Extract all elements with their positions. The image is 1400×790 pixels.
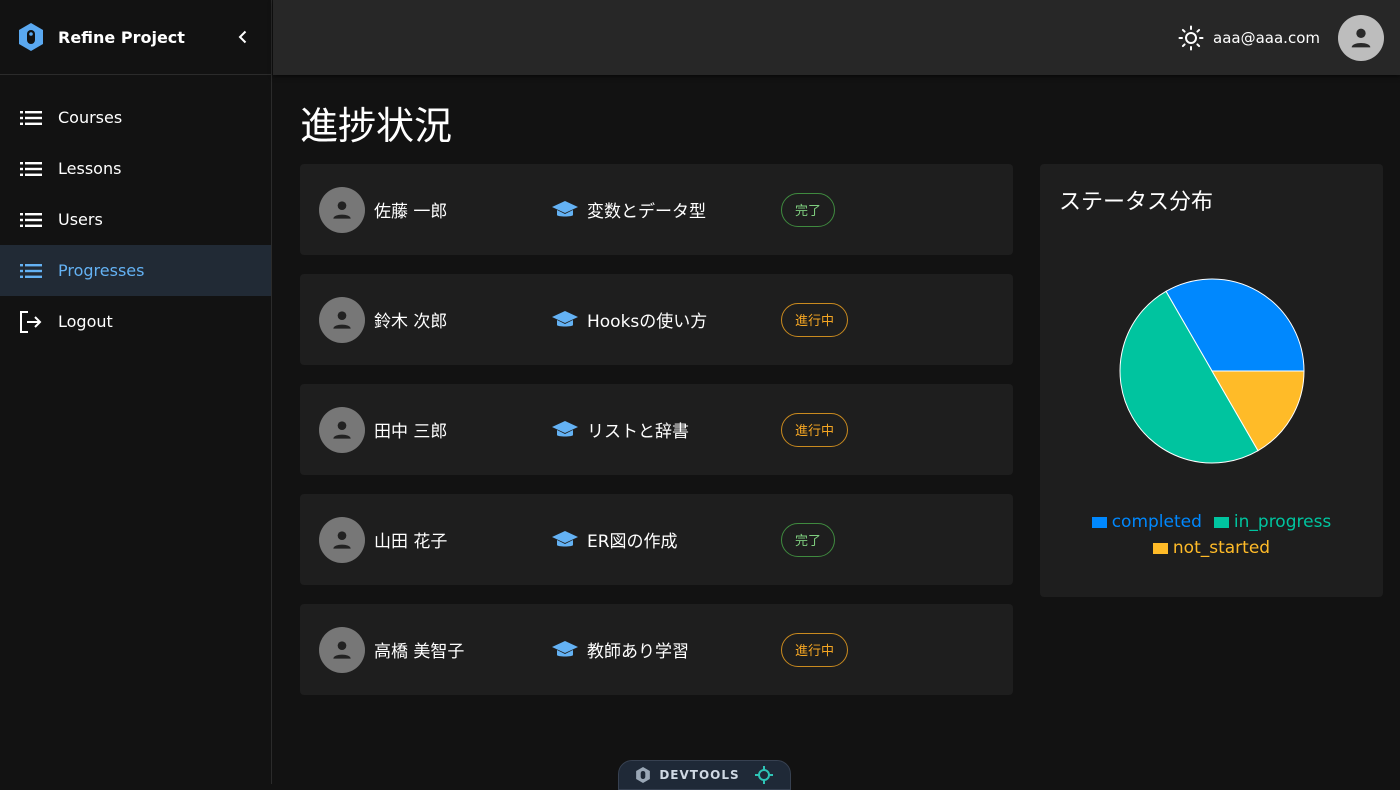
lesson: リストと辞書 — [551, 417, 689, 442]
graduation-cap-icon — [551, 528, 579, 552]
sidebar-item-users[interactable]: Users — [0, 194, 271, 245]
person-icon — [333, 310, 351, 329]
legend-item-not_started[interactable]: not_started — [1152, 538, 1271, 558]
avatar — [319, 296, 365, 343]
sidebar-item-label: Users — [58, 210, 103, 229]
devtools-label: DEVTOOLS — [659, 768, 740, 782]
sidebar-item-label: Courses — [58, 108, 123, 127]
legend-swatch — [1091, 516, 1107, 528]
status-badge: 進行中 — [781, 632, 849, 667]
list-icon — [19, 157, 43, 181]
graduation-cap-icon — [551, 308, 579, 332]
sidebar: Refine Project Courses Lessons Users Pro… — [0, 0, 272, 784]
list-item[interactable]: 高橋 美智子 教師あり学習 進行中 — [300, 604, 1013, 695]
status-pie-chart — [1119, 278, 1305, 464]
sidebar-item-courses[interactable]: Courses — [0, 92, 271, 143]
sidebar-item-label: Progresses — [58, 261, 145, 280]
legend-swatch — [1213, 516, 1229, 528]
status-badge: 進行中 — [781, 302, 849, 337]
legend-item-completed[interactable]: completed — [1091, 512, 1202, 532]
sidebar-item-lessons[interactable]: Lessons — [0, 143, 271, 194]
theme-toggle-button[interactable] — [1177, 24, 1205, 52]
person-icon — [333, 200, 351, 219]
sidebar-item-logout[interactable]: Logout — [0, 296, 271, 347]
graduation-cap-icon — [551, 638, 579, 662]
lesson-title: 変数とデータ型 — [587, 202, 706, 222]
main-content: 進捗状況 佐藤 一郎 変数とデータ型 完了 鈴木 次郎 Hooksの使い方 進行… — [300, 100, 1013, 695]
sidebar-item-label: Lessons — [58, 159, 122, 178]
top-app-bar: aaa@aaa.com — [273, 0, 1400, 75]
status-badge: 進行中 — [781, 412, 849, 447]
devtools-tab[interactable]: DEVTOOLS — [618, 760, 791, 790]
refine-logo-icon — [16, 22, 46, 52]
chart-legend: completed in_progress not_started — [1040, 512, 1383, 558]
list-item[interactable]: 佐藤 一郎 変数とデータ型 完了 — [300, 164, 1013, 255]
avatar — [319, 406, 365, 453]
graduation-cap-icon — [551, 418, 579, 442]
list-item[interactable]: 山田 花子 ER図の作成 完了 — [300, 494, 1013, 585]
lesson-title: 教師あり学習 — [587, 642, 689, 662]
list-icon — [19, 259, 43, 283]
user-name: 佐藤 一郎 — [374, 202, 448, 222]
legend-label: completed — [1111, 512, 1202, 532]
list-item[interactable]: 田中 三郎 リストと辞書 進行中 — [300, 384, 1013, 475]
user-name: 高橋 美智子 — [374, 642, 465, 662]
legend-label: not_started — [1172, 538, 1271, 558]
person-icon — [333, 420, 351, 439]
user-email: aaa@aaa.com — [1213, 28, 1320, 47]
person-icon — [1351, 28, 1371, 47]
avatar — [319, 626, 365, 673]
lesson: Hooksの使い方 — [551, 307, 707, 332]
status-badge: 完了 — [781, 192, 836, 227]
sidebar-item-label: Logout — [58, 312, 113, 331]
crosshair-icon[interactable] — [754, 765, 774, 785]
chevron-left-icon — [238, 30, 247, 44]
progress-list: 佐藤 一郎 変数とデータ型 完了 鈴木 次郎 Hooksの使い方 進行中 田中 … — [300, 164, 1013, 714]
legend-swatch — [1152, 542, 1168, 554]
sidebar-item-progresses[interactable]: Progresses — [0, 245, 271, 296]
lesson: 教師あり学習 — [551, 637, 689, 662]
legend-item-in_progress[interactable]: in_progress — [1213, 512, 1332, 532]
page-title: 進捗状況 — [300, 104, 453, 148]
person-icon — [333, 640, 351, 659]
user-name: 田中 三郎 — [374, 422, 448, 442]
collapse-sidebar-button[interactable] — [231, 25, 255, 49]
graduation-cap-icon — [551, 198, 579, 222]
lesson: 変数とデータ型 — [551, 197, 706, 222]
user-name: 鈴木 次郎 — [374, 312, 448, 332]
status-distribution-card: ステータス分布 completed in_progress not_started — [1040, 164, 1383, 597]
brand-header: Refine Project — [0, 0, 271, 75]
list-item[interactable]: 鈴木 次郎 Hooksの使い方 進行中 — [300, 274, 1013, 365]
user-avatar[interactable] — [1338, 14, 1384, 61]
avatar — [319, 186, 365, 233]
lesson-title: リストと辞書 — [587, 422, 689, 442]
lesson: ER図の作成 — [551, 527, 678, 552]
person-icon — [333, 530, 351, 549]
logout-icon — [19, 310, 43, 334]
brand-title: Refine Project — [58, 27, 185, 47]
list-icon — [19, 106, 43, 130]
sun-icon — [1178, 25, 1204, 50]
lesson-title: ER図の作成 — [587, 532, 678, 552]
list-icon — [19, 208, 43, 232]
legend-label: in_progress — [1233, 512, 1332, 532]
status-badge: 完了 — [781, 522, 836, 557]
lesson-title: Hooksの使い方 — [587, 312, 708, 332]
avatar — [319, 516, 365, 563]
sidebar-nav: Courses Lessons Users Progresses Logout — [0, 75, 271, 347]
refine-logo-icon — [635, 766, 651, 784]
user-name: 山田 花子 — [374, 532, 448, 552]
